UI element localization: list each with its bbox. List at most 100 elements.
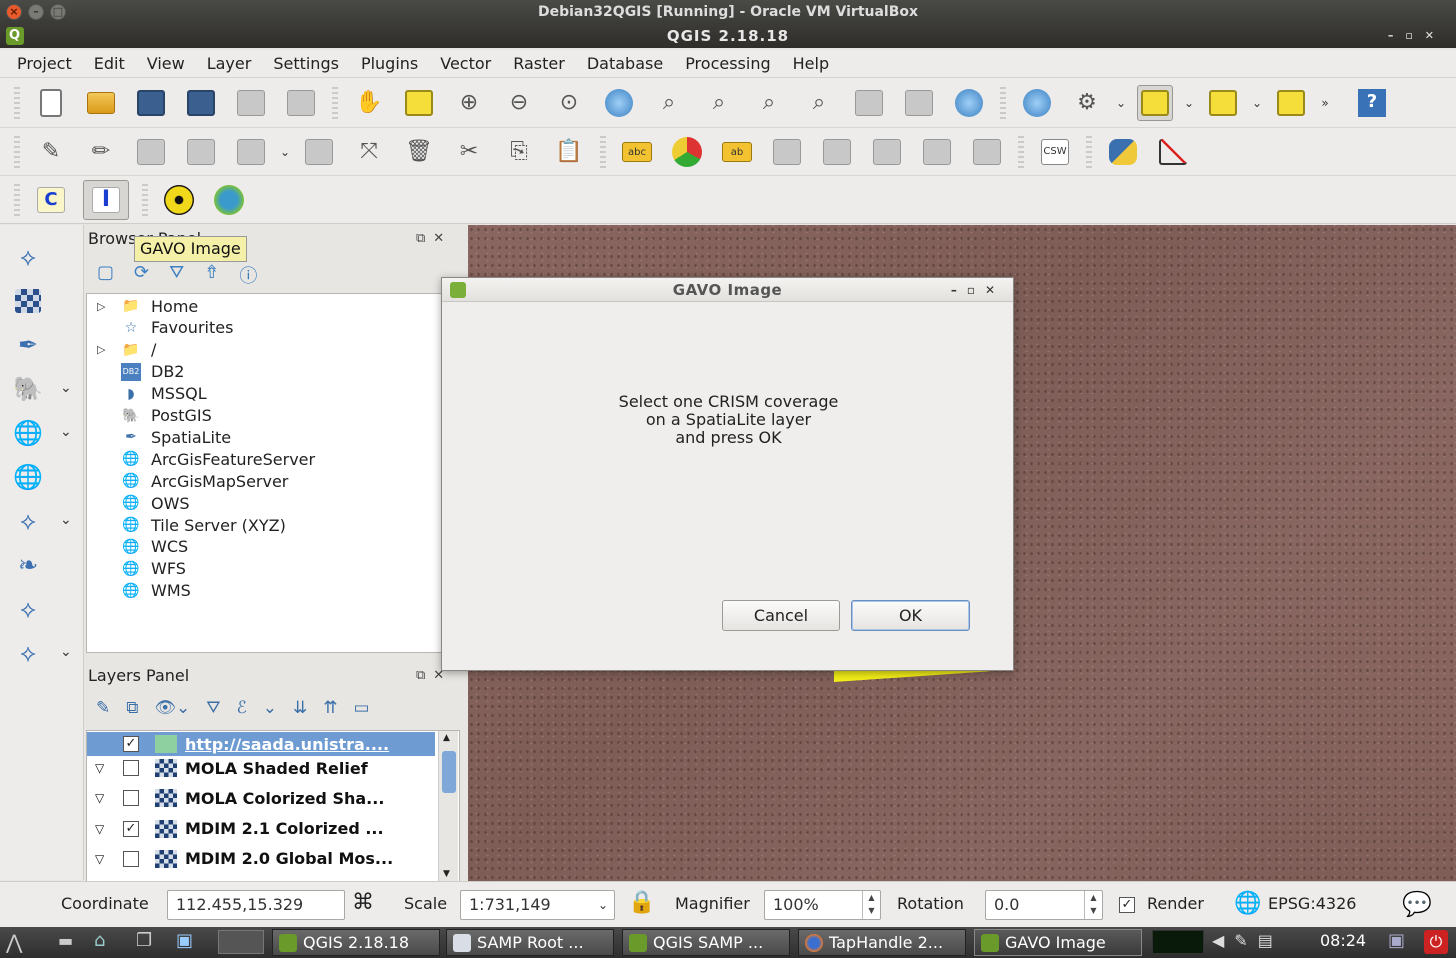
layer-visibility-checkbox[interactable] (123, 790, 139, 807)
task-taphandle[interactable]: TapHandle 2... (798, 929, 966, 956)
change-label-button[interactable] (919, 134, 955, 170)
gavo-image-button[interactable]: I (83, 179, 129, 220)
add-selected-layers-icon[interactable]: ▢ (97, 262, 114, 288)
qgis-window-controls[interactable]: –▫✕ (1388, 24, 1446, 48)
profile-tool-button[interactable] (1155, 134, 1191, 170)
new-layer-dropdown[interactable]: ⌄ (60, 644, 72, 660)
browser-item[interactable]: 🌐 ArcGisMapServer (87, 470, 441, 492)
scale-combo[interactable]: 1:731,149 ⌄ (460, 890, 615, 920)
browser-item[interactable]: ☆ Favourites (87, 317, 441, 339)
new-project-button[interactable] (33, 85, 69, 121)
collapse-all-icon[interactable]: ⇈ (323, 698, 337, 718)
lock-scale-icon[interactable]: 🔒 (628, 890, 655, 915)
add-feature-button[interactable] (183, 134, 219, 170)
clock[interactable]: 08:24 (1320, 931, 1366, 950)
save-as-button[interactable] (183, 85, 219, 121)
new-shapefile-button[interactable]: ⟡ (10, 636, 46, 670)
toolbar-grip[interactable] (600, 135, 606, 168)
pin-labels-button[interactable]: ab (719, 134, 755, 170)
expand-arrow-icon[interactable]: ▽ (95, 852, 104, 866)
save-project-button[interactable] (133, 85, 169, 121)
crs-globe-icon[interactable]: 🌐 (1234, 891, 1261, 916)
chevron-down-icon[interactable]: ⌄ (598, 891, 608, 919)
task-qgis[interactable]: QGIS 2.18.18 (272, 929, 440, 956)
add-spatialite-layer-button[interactable]: ✒ (10, 328, 46, 362)
layer-labeling-button[interactable]: abc (619, 134, 655, 170)
crs-label[interactable]: EPSG:4326 (1268, 894, 1356, 913)
menu-vector[interactable]: Vector (429, 50, 502, 77)
magnifier-field[interactable]: 100% ▲ ▼ (764, 890, 881, 920)
menu-database[interactable]: Database (576, 50, 674, 77)
show-labels-button[interactable] (769, 134, 805, 170)
browser-item[interactable]: ▷ 📁 Home (87, 295, 441, 317)
menu-plugins[interactable]: Plugins (350, 50, 429, 77)
task-qgis-samp[interactable]: QGIS SAMP ... (622, 929, 790, 956)
rotate-label-button[interactable] (869, 134, 905, 170)
expand-arrow-icon[interactable]: ▷ (97, 300, 105, 313)
styling-icon[interactable]: ✎ (96, 698, 110, 718)
browser-item[interactable]: 🌐 ArcGisFeatureServer (87, 448, 441, 470)
task-gavo-image[interactable]: GAVO Image (974, 929, 1142, 956)
add-postgis-layer-button[interactable]: 🐘 (10, 372, 46, 406)
expand-all-icon[interactable]: ⇊ (293, 698, 307, 718)
add-delimited-text-button[interactable]: ❧ (10, 548, 46, 582)
windows-icon[interactable]: ❐ (136, 930, 152, 951)
move-feature-button[interactable] (301, 134, 337, 170)
layer-diagram-button[interactable] (669, 134, 705, 170)
new-print-composer-button[interactable] (233, 85, 269, 121)
composer-manager-button[interactable] (283, 85, 319, 121)
browser-item[interactable]: 🌐 WMS (87, 580, 441, 602)
terminal-icon[interactable]: ▣ (176, 930, 193, 951)
expand-arrow-icon[interactable]: ▷ (97, 343, 105, 356)
toolbar-overflow-button[interactable]: » (1318, 85, 1332, 121)
messages-icon[interactable]: 💬 (1402, 890, 1432, 918)
wms-dropdown[interactable]: ⌄ (60, 424, 72, 440)
select-dropdown[interactable]: ⌄ (1182, 85, 1196, 121)
add-vector-layer-button[interactable]: ⟡ (10, 240, 46, 274)
browser-item[interactable]: ◗ MSSQL (87, 383, 441, 405)
layer-visibility-checkbox[interactable] (123, 760, 139, 776)
zoom-out-button[interactable]: ⊖ (501, 85, 537, 121)
add-wfs-layer-button[interactable]: ⟡ (10, 504, 46, 538)
python-console-button[interactable] (1105, 134, 1141, 170)
menu-view[interactable]: View (136, 50, 196, 77)
postgis-dropdown[interactable]: ⌄ (60, 380, 72, 396)
zoom-to-selection-button[interactable]: ⌕ (651, 85, 687, 121)
layer-row[interactable]: ✓ http://saada.unistra.... (87, 732, 435, 756)
layer-visibility-checkbox[interactable] (123, 850, 139, 867)
expand-arrow-icon[interactable]: ▽ (95, 791, 104, 805)
toolbar-grip[interactable] (14, 86, 20, 119)
collapse-all-icon[interactable]: ⇮ (204, 262, 219, 288)
rotation-spinner[interactable]: ▲ ▼ (1084, 891, 1102, 919)
vbox-minimize-button[interactable]: – (28, 4, 44, 20)
vbox-maximize-button[interactable]: □ (50, 4, 66, 20)
menu-layer[interactable]: Layer (196, 50, 263, 77)
action-dropdown[interactable]: ⌄ (1114, 85, 1128, 121)
toolbar-grip[interactable] (332, 86, 338, 119)
select-by-expression-button[interactable] (1205, 85, 1241, 121)
toolbar-grip[interactable] (1018, 135, 1024, 168)
toolbar-grip[interactable] (1086, 135, 1092, 168)
vbox-close-button[interactable]: × (6, 4, 22, 20)
menu-settings[interactable]: Settings (262, 50, 350, 77)
browser-item[interactable]: 🌐 WFS (87, 558, 441, 580)
zoom-full-button[interactable] (601, 85, 637, 121)
refresh-button[interactable] (951, 85, 987, 121)
scroll-down-icon[interactable]: ▼ (443, 869, 450, 879)
toolbar-grip[interactable] (1000, 86, 1006, 119)
zoom-to-layer-button[interactable]: ⌕ (701, 85, 737, 121)
info-icon[interactable]: ⓘ (239, 262, 257, 288)
browser-item[interactable]: DB2 DB2 (87, 361, 441, 383)
expression-dropdown[interactable]: ⌄ (1250, 85, 1264, 121)
menu-processing[interactable]: Processing (674, 50, 781, 77)
pan-to-selection-button[interactable] (401, 85, 437, 121)
layer-row[interactable]: ▽ MOLA Shaded Relief (87, 754, 435, 782)
visibility-icon[interactable]: 👁⌄ (154, 698, 190, 718)
start-menu-icon[interactable]: ⋀ (6, 930, 22, 954)
menu-help[interactable]: Help (782, 50, 840, 77)
remove-layer-icon[interactable]: ▭ (354, 698, 370, 718)
screen-icon[interactable]: ▣ (1388, 930, 1405, 951)
deselect-button[interactable] (1273, 85, 1309, 121)
browser-item[interactable]: 🐘 PostGIS (87, 405, 441, 427)
zoom-next-button[interactable]: ⌕ (801, 85, 837, 121)
